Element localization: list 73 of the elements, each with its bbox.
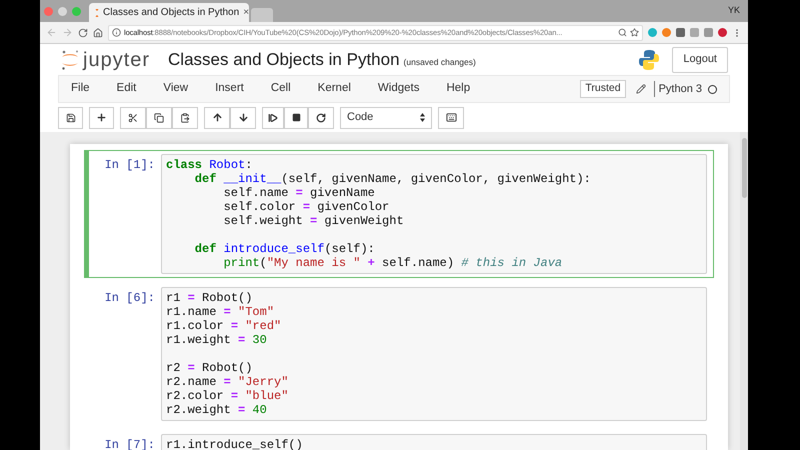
edit-pencil-icon[interactable] (636, 84, 646, 94)
stop-button[interactable] (284, 106, 308, 128)
code-line: r1 = Robot() (166, 291, 254, 305)
save-status: (unsaved changes) (404, 56, 476, 68)
menu-item[interactable]: View (163, 80, 188, 98)
reload-icon[interactable] (78, 28, 88, 38)
jupyter-wordmark: jupyter (83, 50, 150, 70)
notebook-cell[interactable] (84, 150, 714, 278)
tab-close-button[interactable]: × (243, 5, 250, 20)
clipboard-icon (180, 112, 190, 122)
code-line: r2.color = "blue" (166, 389, 290, 403)
code-line: def __init__(self, givenName, givenColor, givenWeight): (194, 172, 592, 186)
move-up-button[interactable] (204, 106, 230, 128)
scrollbar[interactable] (740, 132, 748, 450)
save-button[interactable] (58, 106, 83, 128)
code-line: print("My name is " + self.name) # this in Java (222, 256, 564, 270)
code-editor[interactable] (161, 154, 707, 274)
code-line: r2.weight = 40 (166, 403, 268, 417)
menu-item[interactable]: Cell (270, 80, 291, 98)
menu-item[interactable]: File (71, 80, 90, 98)
step-forward-icon (268, 112, 278, 122)
paste-button[interactable] (172, 106, 198, 128)
cell-type-select[interactable]: Code (340, 106, 432, 128)
kernel-name[interactable]: Python 3 (654, 80, 702, 98)
stop-icon (292, 113, 300, 122)
code-line: self.name = givenName (222, 186, 376, 200)
info-icon (112, 28, 121, 37)
arrow-up-icon (212, 112, 222, 123)
bookmark-star-icon[interactable] (630, 28, 639, 37)
restart-icon (316, 112, 326, 122)
code-line: class Robot: (166, 158, 254, 172)
menu-item[interactable]: Widgets (378, 80, 420, 98)
add-cell-button[interactable] (89, 106, 114, 128)
code-line: r1.name = "Tom" (166, 305, 276, 319)
code-line: def introduce_self(self): (194, 242, 376, 256)
profile-name[interactable]: YK (728, 4, 740, 18)
menu-item[interactable]: Help (446, 80, 470, 98)
browser-tab[interactable]: Classes and Objects in Python × (89, 3, 249, 22)
code-line: r1.color = "red" (166, 319, 282, 333)
menu-item[interactable]: Kernel (318, 80, 351, 98)
notebook-cell[interactable]: In [6]: r1 = Robot() r1.name = "Tom" r1.color = "red" r1.weight = 30 r2 = Robot() r2.name = "Jerry" r2.color = "blue" r2.weight = 40 (84, 283, 714, 425)
python-logo-icon (638, 48, 660, 70)
move-down-button[interactable] (230, 106, 256, 128)
keyboard-icon (446, 112, 456, 123)
copy-button[interactable] (146, 106, 172, 128)
input-prompt: In [6]: (104, 290, 156, 307)
jupyter-logo-icon (95, 8, 99, 16)
code-line: self.weight = givenWeight (222, 214, 405, 228)
trusted-badge[interactable]: Trusted (580, 80, 626, 98)
logout-button[interactable]: Logout (672, 46, 728, 72)
notebook-title[interactable]: Classes and Objects in Python (168, 46, 400, 72)
input-prompt: In [1]: (104, 157, 156, 174)
code-line: r2 = Robot() (166, 361, 254, 375)
cut-button[interactable] (120, 106, 146, 128)
arrow-down-icon (238, 112, 248, 123)
restart-button[interactable] (308, 106, 334, 128)
sort-arrows-icon (420, 113, 425, 122)
run-button[interactable] (262, 106, 284, 128)
code-editor[interactable]: r1 = Robot() r1.name = "Tom" r1.color = "red" r1.weight = 30 r2 = Robot() r2.name = "Jerry" r2.color = "blue" r2.weight = 40 (161, 287, 707, 421)
menu-item[interactable]: Edit (116, 80, 136, 98)
tab-title: Classes and Objects in Python (103, 6, 240, 20)
jupyter-logo-icon (60, 48, 80, 70)
kernel-idle-icon (708, 84, 717, 94)
plus-icon (96, 112, 107, 123)
menu-item[interactable]: Insert (215, 80, 244, 98)
command-palette-button[interactable] (438, 106, 464, 128)
code-line: r2.name = "Jerry" (166, 375, 290, 389)
scissors-icon (128, 112, 138, 122)
code-line: self.color = givenColor (222, 200, 390, 214)
zoom-icon[interactable] (618, 28, 627, 37)
home-icon[interactable] (93, 28, 103, 38)
copy-icon (154, 112, 164, 122)
code-line: r1.weight = 30 (166, 333, 268, 347)
